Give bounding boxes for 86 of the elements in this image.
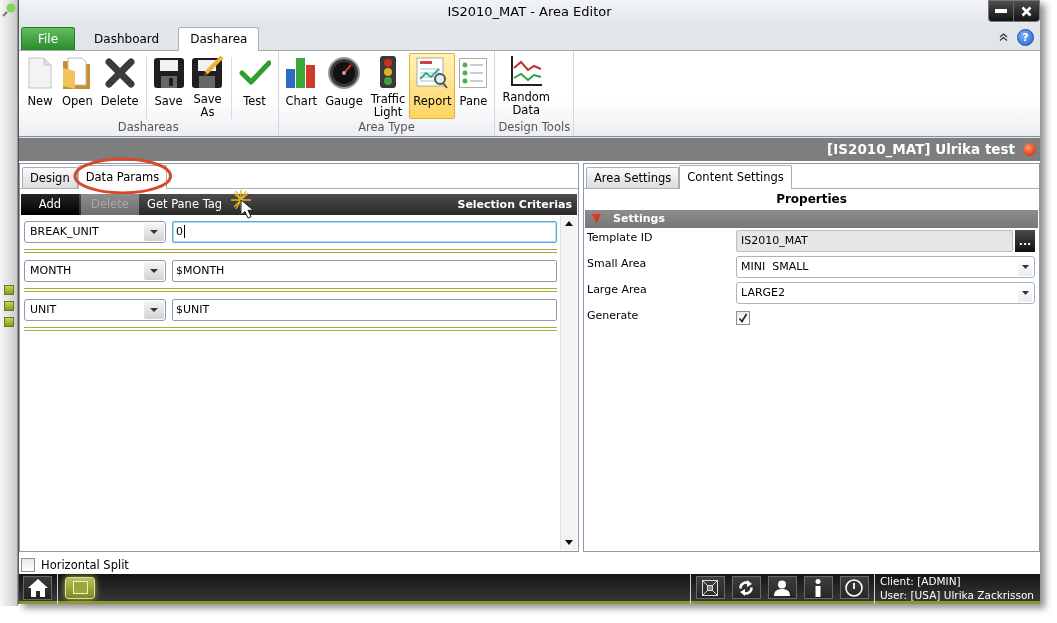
ribbon-button[interactable]: Chart — [281, 52, 322, 119]
ribbon-button[interactable]: Delete — [96, 52, 143, 119]
group-label: Design Tools — [498, 119, 571, 136]
property-label: Small Area — [587, 255, 648, 272]
refresh-button[interactable] — [731, 576, 761, 600]
bar-chart-icon — [286, 57, 317, 88]
ribbon-button[interactable]: Save — [149, 52, 188, 119]
value-field[interactable]: $UNIT — [172, 298, 557, 321]
scrollbar[interactable] — [560, 215, 577, 551]
dropdown[interactable]: MINI SMALL — [736, 255, 1035, 278]
power-button[interactable] — [839, 576, 869, 600]
ribbon-button[interactable]: Test — [234, 52, 275, 119]
folder-icon — [63, 56, 92, 89]
panel-tab[interactable]: Design — [22, 166, 78, 188]
checkbox[interactable] — [21, 558, 35, 572]
panel-tab[interactable]: Area Settings — [586, 166, 680, 188]
floppy-pencil-icon — [191, 55, 224, 88]
group-label: Dashareas — [116, 119, 180, 136]
user-label: User: [USA] Ulrika Zackrisson — [879, 588, 1034, 602]
square-icon — [72, 581, 88, 595]
ribbon-button[interactable]: Report — [409, 52, 456, 119]
status-dot-icon — [1023, 142, 1036, 156]
ribbon-button[interactable]: New — [22, 52, 58, 119]
panel-tab[interactable]: Content Settings — [679, 164, 792, 189]
info-icon — [815, 579, 822, 597]
window-button[interactable] — [65, 577, 95, 599]
line-chart-icon — [510, 55, 543, 86]
scroll-down-icon[interactable] — [565, 540, 573, 546]
square-icon[interactable] — [3, 301, 14, 311]
checkbox-label: Horizontal Split — [41, 558, 129, 572]
property-label: Large Area — [587, 281, 648, 298]
gauge-icon — [327, 56, 360, 89]
magnifier-icon[interactable] — [1, 3, 16, 17]
area-title: [IS2010_MAT] Ulrika test — [827, 141, 1015, 158]
refresh-icon — [738, 580, 755, 596]
property-label: Generate — [587, 307, 640, 324]
panel-tab[interactable]: Data Params — [77, 164, 168, 189]
user-icon — [774, 580, 791, 596]
ribbon-button[interactable]: Pane — [455, 52, 492, 119]
field-dropdown[interactable]: MONTH — [24, 259, 166, 282]
group-label: Area Type — [357, 119, 416, 136]
field-dropdown[interactable]: BREAK_UNIT — [24, 220, 166, 243]
boxed-x-icon — [702, 580, 719, 596]
cross-icon — [104, 57, 135, 88]
ribbon-button[interactable]: Save As — [187, 52, 228, 119]
pointer-click-icon — [231, 189, 254, 220]
ribbon-button[interactable]: Gauge — [321, 52, 367, 119]
ribbon-tab[interactable]: Dashboard — [82, 26, 172, 50]
client-label: Client: [ADMIN] — [879, 574, 962, 588]
browse-button[interactable]: ... — [1015, 229, 1035, 252]
minimize-icon — [995, 9, 1007, 13]
checkmark-icon — [238, 59, 271, 86]
clear-button[interactable] — [695, 576, 725, 600]
close-icon — [1021, 5, 1032, 17]
traffic-light-icon — [380, 55, 397, 88]
value-field[interactable]: 0 — [172, 220, 557, 243]
group-header[interactable]: Settings — [585, 209, 1038, 228]
ribbon-button[interactable]: Open — [58, 52, 97, 119]
toolbar-button[interactable]: Get Pane Tag — [141, 193, 235, 215]
panel-title: Properties — [775, 190, 848, 208]
ribbon-button[interactable]: Traffic Light — [366, 52, 410, 119]
scroll-up-icon[interactable] — [565, 220, 573, 226]
ribbon-button[interactable]: Random Data — [498, 52, 555, 119]
minimize-button[interactable] — [988, 0, 1014, 22]
toolbar-title: Selection Criterias — [457, 197, 573, 211]
field-dropdown[interactable]: UNIT — [24, 298, 166, 321]
close-button[interactable] — [1014, 0, 1040, 22]
collapse-icon[interactable] — [999, 33, 1008, 42]
square-icon[interactable] — [3, 285, 14, 295]
square-icon[interactable] — [3, 317, 14, 327]
blank-page-icon — [28, 56, 52, 89]
home-button[interactable] — [23, 576, 52, 600]
power-icon — [845, 579, 864, 597]
ribbon-tab[interactable]: Dasharea — [178, 26, 260, 51]
value-field[interactable]: $MONTH — [172, 259, 557, 282]
user-button[interactable] — [767, 576, 797, 600]
house-icon — [27, 579, 48, 597]
info-button[interactable] — [803, 576, 833, 600]
window-title: IS2010_MAT - Area Editor — [447, 3, 612, 21]
property-label: Template ID — [587, 229, 654, 246]
checklist-icon — [459, 57, 488, 88]
report-magnifier-icon — [416, 56, 449, 89]
toolbar-button[interactable]: Add — [21, 193, 79, 215]
checkbox[interactable] — [736, 310, 750, 325]
dropdown[interactable]: LARGE2 — [736, 281, 1035, 304]
readonly-field: IS2010_MAT — [736, 229, 1013, 252]
